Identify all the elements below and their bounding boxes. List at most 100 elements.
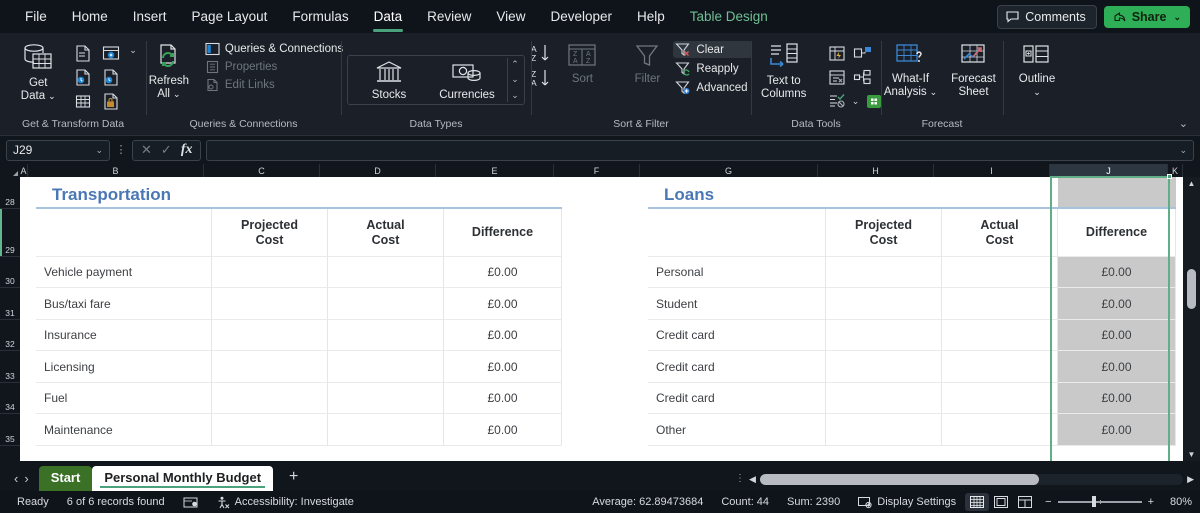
cell-f31[interactable]	[562, 288, 648, 320]
cell-c34[interactable]	[212, 383, 328, 414]
cell-i31[interactable]	[942, 288, 1058, 320]
cell-e29-difference[interactable]: Difference	[444, 209, 562, 257]
comments-button[interactable]: Comments	[997, 5, 1097, 29]
select-all-corner[interactable]	[0, 164, 20, 177]
scroll-up-icon[interactable]: ⌃	[511, 59, 519, 69]
stocks-button[interactable]: Stocks	[352, 58, 426, 102]
cell-h33[interactable]	[826, 351, 942, 383]
cell-d28[interactable]	[328, 177, 444, 209]
name-box-caret-icon[interactable]: ⌄	[95, 145, 103, 156]
cell-i30[interactable]	[942, 257, 1058, 288]
cell-j29-difference[interactable]: Difference	[1058, 209, 1176, 257]
ribbon-tab-formulas[interactable]: Formulas	[281, 5, 359, 29]
row-header-30[interactable]: 30	[0, 257, 20, 288]
cell-c28[interactable]	[212, 177, 328, 209]
horizontal-scrollbar[interactable]: ⋮ ◀ ▶	[735, 471, 1194, 487]
hscroll-thumb[interactable]	[759, 473, 1040, 485]
cell-c32[interactable]	[212, 320, 328, 351]
row-header-34[interactable]: 34	[0, 383, 20, 414]
cell-d35[interactable]	[328, 414, 444, 446]
cell-j32[interactable]: £0.00	[1058, 320, 1176, 351]
cell-h30[interactable]	[826, 257, 942, 288]
cell-f29[interactable]	[562, 209, 648, 257]
cell-i35[interactable]	[942, 414, 1058, 446]
share-button[interactable]: Share ⌄	[1103, 6, 1190, 28]
text-to-columns-button[interactable]: Text to Columns	[747, 40, 821, 101]
ribbon-tab-file[interactable]: File	[14, 5, 58, 29]
refresh-all-caret-icon[interactable]: ⌄	[173, 88, 181, 101]
sheet-tab-personal-monthly-budget[interactable]: Personal Monthly Budget	[92, 466, 274, 491]
formula-expand-caret-icon[interactable]: ⌄	[1179, 145, 1187, 156]
cell-e34[interactable]: £0.00	[444, 383, 562, 414]
column-header-d[interactable]: D	[320, 164, 436, 177]
ribbon-tab-review[interactable]: Review	[416, 5, 482, 29]
status-count[interactable]: Count: 44	[712, 496, 778, 508]
ribbon-collapse-icon[interactable]: ⌄	[1179, 117, 1188, 130]
cell-e35[interactable]: £0.00	[444, 414, 562, 446]
manage-data-model-icon[interactable]	[852, 66, 874, 88]
ribbon-tab-insert[interactable]: Insert	[122, 5, 178, 29]
scroll-more-icon[interactable]: ⌄	[511, 90, 519, 100]
cell-e33[interactable]: £0.00	[444, 351, 562, 383]
cell-h35[interactable]	[826, 414, 942, 446]
cell-d31[interactable]	[328, 288, 444, 320]
hscroll-left-arrow-icon[interactable]: ◀	[749, 474, 756, 485]
fx-icon[interactable]: fx	[181, 142, 193, 158]
cell-d29-actual-cost[interactable]: Actual Cost	[328, 209, 444, 257]
add-sheet-button[interactable]: +	[273, 468, 314, 491]
accessibility-button[interactable]: Accessibility: Investigate	[207, 496, 363, 509]
cell-f34[interactable]	[562, 383, 648, 414]
cell-g30[interactable]: Personal	[648, 257, 826, 288]
cell-a34[interactable]	[20, 383, 36, 414]
vertical-scroll-thumb[interactable]	[1187, 269, 1196, 309]
cell-d34[interactable]	[328, 383, 444, 414]
column-header-h[interactable]: H	[818, 164, 934, 177]
cell-c30[interactable]	[212, 257, 328, 288]
column-header-c[interactable]: C	[204, 164, 320, 177]
recent-sources-icon[interactable]	[100, 66, 122, 88]
status-average[interactable]: Average: 62.89473684	[583, 496, 712, 508]
sheet-prev-arrow-icon[interactable]: ‹	[14, 471, 18, 486]
cell-i29-actual-cost[interactable]: Actual Cost	[942, 209, 1058, 257]
ribbon-tab-table-design[interactable]: Table Design	[679, 5, 779, 29]
cell-c35[interactable]	[212, 414, 328, 446]
ribbon-tab-developer[interactable]: Developer	[539, 5, 623, 29]
remove-duplicates-icon[interactable]	[826, 66, 848, 88]
row-header-29[interactable]: 29	[0, 209, 20, 257]
cell-h28[interactable]	[826, 177, 942, 209]
selection-fill-handle[interactable]	[1167, 174, 1172, 179]
cell-a29[interactable]	[20, 209, 36, 257]
column-header-i[interactable]: I	[934, 164, 1050, 177]
cell-g32[interactable]: Credit card	[648, 320, 826, 351]
cell-g33[interactable]: Credit card	[648, 351, 826, 383]
cell-f32[interactable]	[562, 320, 648, 351]
row-header-35[interactable]: 35	[0, 414, 20, 446]
cell-e31[interactable]: £0.00	[444, 288, 562, 320]
page-break-view-button[interactable]	[1013, 493, 1037, 511]
column-header-a[interactable]: A	[20, 164, 28, 177]
forecast-sheet-button[interactable]: Forecast Sheet	[945, 40, 1003, 99]
ribbon-tab-page-layout[interactable]: Page Layout	[181, 5, 279, 29]
cell-b34[interactable]: Fuel	[36, 383, 212, 414]
zoom-in-button[interactable]: +	[1148, 496, 1154, 508]
sheet-tab-start[interactable]: Start	[38, 466, 93, 491]
cell-f28[interactable]	[562, 177, 648, 209]
column-header-e[interactable]: E	[436, 164, 554, 177]
zoom-level-label[interactable]: 80%	[1162, 496, 1192, 508]
from-picture-icon[interactable]	[100, 90, 122, 112]
cell-d32[interactable]	[328, 320, 444, 351]
cell-j31[interactable]: £0.00	[1058, 288, 1176, 320]
share-caret-icon[interactable]: ⌄	[1173, 12, 1181, 23]
cell-c29-projected-cost[interactable]: Projected Cost	[212, 209, 328, 257]
advanced-filter-button[interactable]: Advanced	[673, 79, 751, 96]
cell-j35[interactable]: £0.00	[1058, 414, 1176, 446]
column-header-b[interactable]: B	[28, 164, 204, 177]
row-header-31[interactable]: 31	[0, 288, 20, 320]
column-header-j[interactable]: J	[1050, 164, 1168, 177]
cell-i32[interactable]	[942, 320, 1058, 351]
record-macro-button[interactable]	[174, 496, 207, 509]
scroll-up-arrow-icon[interactable]: ▲	[1188, 177, 1196, 190]
cell-c31[interactable]	[212, 288, 328, 320]
properties-button[interactable]: Properties	[203, 59, 347, 75]
hscroll-track[interactable]	[759, 473, 1184, 485]
